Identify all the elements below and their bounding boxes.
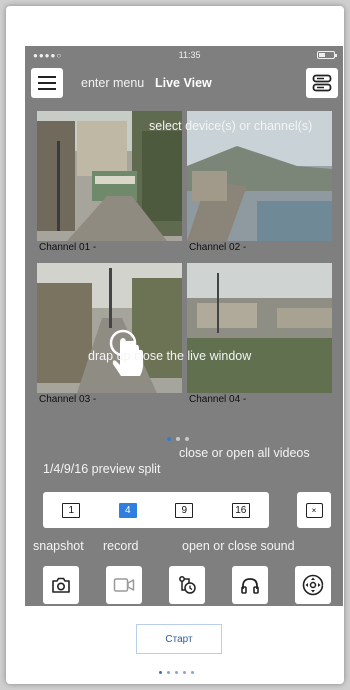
close-all-hint: close or open all videos <box>179 446 310 460</box>
page-title: Live View <box>155 76 212 90</box>
channel-tile-4[interactable]: Channel 04 - <box>187 263 332 405</box>
playback-button[interactable] <box>169 566 205 604</box>
guide-pagination <box>159 671 194 674</box>
start-button[interactable]: Старт <box>136 624 222 654</box>
page-indicator <box>167 437 189 441</box>
snapshot-button[interactable] <box>43 566 79 604</box>
split-9-button[interactable]: 9 <box>175 502 194 518</box>
channel-label-4: Channel 04 - <box>189 394 247 405</box>
device-select-hint: select device(s) or channel(s) <box>149 119 313 133</box>
split-selector: 1 4 9 16 <box>43 492 269 528</box>
channel-video-4[interactable] <box>187 263 332 393</box>
channel-label-2: Channel 02 - <box>189 242 247 253</box>
guide-card: ●●●●○ 11:35 enter menu Live View Channel… <box>6 6 344 684</box>
headphones-icon <box>241 578 259 594</box>
split-1-button[interactable]: 1 <box>62 502 81 518</box>
device-select-button[interactable] <box>306 68 338 98</box>
action-toolbar <box>43 566 343 604</box>
close-all-icon: × <box>305 502 323 518</box>
record-hint: record <box>103 539 139 553</box>
ptz-icon <box>302 574 324 596</box>
close-all-button[interactable]: × <box>297 492 331 528</box>
more-tools-icon[interactable]: › <box>322 579 326 594</box>
camera-icon <box>52 577 70 593</box>
menu-button[interactable] <box>31 68 63 98</box>
nav-bar: enter menu Live View <box>25 64 343 100</box>
clock: 11:35 <box>178 50 201 60</box>
menu-icon <box>38 76 56 90</box>
channel-label-1: Channel 01 - <box>39 242 97 253</box>
record-button[interactable] <box>106 566 142 604</box>
signal-indicator: ●●●●○ <box>33 50 63 60</box>
phone-screen: ●●●●○ 11:35 enter menu Live View Channel… <box>25 46 343 606</box>
split-4-button[interactable]: 4 <box>118 502 137 518</box>
split-16-button[interactable]: 16 <box>231 502 250 518</box>
status-bar: ●●●●○ 11:35 <box>25 46 343 64</box>
channel-label-3: Channel 03 - <box>39 394 97 405</box>
split-hint: 1/4/9/16 preview split <box>43 462 161 476</box>
snapshot-hint: snapshot <box>33 539 84 553</box>
sound-button[interactable] <box>232 566 268 604</box>
battery-icon <box>317 51 337 59</box>
video-record-icon <box>113 578 135 592</box>
menu-hint: enter menu <box>81 76 145 90</box>
device-list-icon <box>312 74 332 92</box>
playback-icon <box>179 576 196 594</box>
drag-hint: drap up close the live window <box>88 349 252 363</box>
sound-hint: open or close sound <box>182 539 295 553</box>
